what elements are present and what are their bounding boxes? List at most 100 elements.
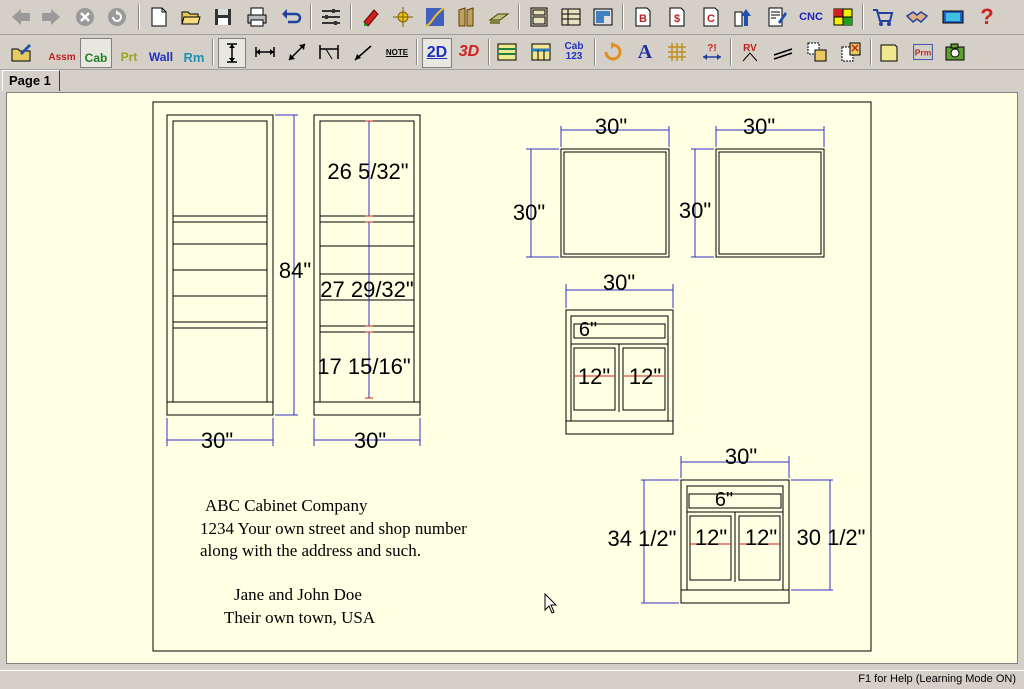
leader-line-icon[interactable] (350, 38, 376, 66)
cab-label: Cab (84, 51, 108, 65)
bid-report-label: B (639, 13, 647, 25)
cutlist-report-icon[interactable]: C (698, 3, 724, 31)
edit-mode-icon[interactable] (8, 38, 34, 66)
new-document-icon[interactable] (146, 3, 172, 31)
page-tab-bar: Page 1 (0, 70, 1024, 92)
prt-label: Prt (120, 50, 138, 64)
shopping-cart-icon[interactable] (870, 3, 896, 31)
main-toolbar: B $ C CNC ? (0, 0, 1024, 35)
query-label: ?! (707, 43, 716, 54)
company-name: ABC Cabinet Company (205, 496, 368, 515)
undo-icon[interactable] (278, 3, 304, 31)
tall-width-label: 30" (201, 428, 233, 453)
grid-icon[interactable] (664, 38, 690, 66)
export-icon[interactable] (730, 3, 756, 31)
base-height-right-label: 30 1/2" (797, 525, 866, 550)
help-icon[interactable]: ? (974, 3, 1000, 31)
cab-123-label: Cab 123 (564, 41, 584, 62)
select-part-icon[interactable]: Prt (114, 38, 144, 66)
counter-top-icon[interactable] (486, 3, 512, 31)
cutlist-report-label: C (707, 13, 715, 25)
customer-name: Jane and John Doe (234, 585, 362, 604)
company-address-line-2: along with the address and such. (200, 541, 421, 560)
report-edit-icon[interactable] (764, 3, 790, 31)
print-icon[interactable] (244, 3, 270, 31)
price-report-label: $ (674, 13, 680, 25)
level-icon[interactable] (770, 38, 796, 66)
select-room-icon[interactable]: Rm (180, 38, 208, 66)
optimizer-icon[interactable] (830, 3, 856, 31)
rm-label: Rm (183, 49, 205, 65)
wall2-width-label: 30" (743, 114, 775, 139)
parts-list-icon[interactable] (558, 3, 584, 31)
plan-view-icon[interactable] (528, 38, 554, 66)
tab-page-1[interactable]: Page 1 (2, 70, 60, 91)
dimension-labels: 30" 84" 30" 26 5/32" 27 29/32" 17 15/16"… (201, 114, 866, 551)
vertical-dimension-icon[interactable] (218, 38, 246, 68)
view-3d-label: 3D (458, 43, 480, 60)
rotate-icon[interactable] (600, 38, 626, 66)
view-2d-icon[interactable]: 2D (422, 38, 452, 68)
cnc-label: CNC (799, 11, 823, 23)
camera-icon[interactable] (942, 38, 968, 66)
mouse-cursor-icon (544, 592, 558, 614)
refresh-icon[interactable] (104, 3, 130, 31)
forward-arrow-icon[interactable] (38, 3, 64, 31)
wall-cabinet-dimensions (526, 126, 825, 258)
page-border (152, 101, 872, 652)
drawing-toolbar: Assm Cab Prt Wall Rm NOTE 2D 3D Cab 123 … (0, 35, 1024, 70)
copy-icon[interactable] (804, 38, 830, 66)
room-layout-icon[interactable] (590, 3, 616, 31)
save-disk-icon[interactable] (210, 3, 236, 31)
cabinet-list-icon[interactable] (526, 3, 552, 31)
note-label: NOTE (385, 47, 409, 57)
door-profile-icon[interactable] (422, 3, 448, 31)
materials-icon[interactable] (358, 3, 384, 31)
select-assembly-icon[interactable]: Assm (46, 38, 78, 66)
status-bar: F1 for Help (Learning Mode ON) (0, 670, 1024, 689)
rv-icon[interactable]: RV (736, 38, 764, 66)
base-door-left-label: 12" (695, 525, 727, 550)
wall1-height-label: 30" (513, 200, 545, 225)
base-width-label: 30" (725, 444, 757, 469)
open-folder-icon[interactable] (178, 3, 204, 31)
hardware-icon[interactable] (390, 3, 416, 31)
angle-dimension-icon[interactable] (316, 38, 342, 66)
bid-report-icon[interactable]: B (630, 3, 656, 31)
cnc-icon[interactable]: CNC (796, 3, 826, 31)
drawing-canvas[interactable]: 30" 84" 30" 26 5/32" 27 29/32" 17 15/16"… (6, 92, 1018, 664)
horizontal-dimension-icon[interactable] (252, 38, 278, 66)
aligned-dimension-icon[interactable] (284, 38, 310, 66)
wall-label: Wall (148, 50, 174, 64)
prm-label: Prm (915, 47, 931, 57)
wall1-width-label: 30" (595, 114, 627, 139)
view-2d-label: 2D (426, 44, 448, 61)
text-icon[interactable]: A (632, 38, 658, 66)
handshake-icon[interactable] (904, 3, 930, 31)
page-setup-icon[interactable] (876, 38, 902, 66)
options-sliders-icon[interactable] (318, 3, 344, 31)
select-wall-icon[interactable]: Wall (146, 38, 176, 66)
note-icon[interactable]: NOTE (382, 38, 412, 66)
elevation-view-icon[interactable] (494, 38, 520, 66)
stop-icon[interactable] (72, 3, 98, 31)
tall2-upper-label: 26 5/32" (327, 159, 408, 184)
tall-cabinet-1 (166, 114, 274, 416)
cabinet-numbering-icon[interactable]: Cab 123 (560, 38, 588, 66)
view-3d-icon[interactable]: 3D (454, 38, 484, 66)
drawing-sheet: 30" 84" 30" 26 5/32" 27 29/32" 17 15/16"… (152, 101, 872, 652)
wall-cabinet-2 (715, 148, 825, 258)
tall2-width-label: 30" (354, 428, 386, 453)
select-cabinet-icon[interactable]: Cab (80, 38, 112, 68)
base-door-right-label: 12" (745, 525, 777, 550)
molding-icon[interactable] (454, 3, 480, 31)
help-label: ? (980, 4, 994, 29)
assm-label: Assm (48, 51, 76, 63)
back-arrow-icon[interactable] (8, 3, 34, 31)
parameters-icon[interactable]: Prm (908, 38, 938, 66)
query-dimension-icon[interactable]: ?! (698, 38, 726, 66)
video-icon[interactable] (940, 3, 966, 31)
delete-icon[interactable] (838, 38, 864, 66)
price-report-icon[interactable]: $ (664, 3, 690, 31)
wall-cabinet-1 (560, 148, 670, 258)
